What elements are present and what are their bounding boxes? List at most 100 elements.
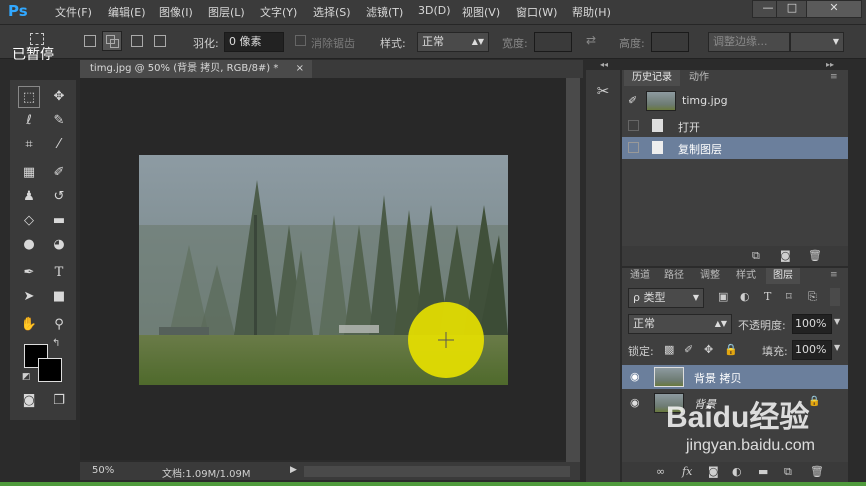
menu-select[interactable]: 选择(S) (313, 4, 351, 20)
menu-edit[interactable]: 编辑(E) (108, 4, 146, 20)
adjustment-layer-icon[interactable]: ◐ (732, 465, 742, 478)
filter-pixel-icon[interactable]: ▣ (718, 290, 728, 303)
expand-panels-icon[interactable]: ▸▸ (826, 60, 834, 69)
eraser-icon[interactable]: ◇ (18, 210, 40, 232)
horizontal-scrollbar[interactable] (304, 466, 570, 477)
trash-icon[interactable]: 🗑 (810, 465, 824, 478)
style-select[interactable]: 正常 ▲▼ (417, 32, 489, 52)
close-tab-icon[interactable]: × (296, 60, 304, 78)
close-window-button[interactable]: ✕ (806, 0, 862, 18)
type-tool-icon[interactable]: T (48, 262, 70, 284)
zoom-icon[interactable]: ⚲ (48, 314, 70, 336)
trash-icon[interactable]: 🗑 (808, 249, 822, 262)
tab-adjustments[interactable]: 调整 (694, 268, 726, 284)
history-brush-icon[interactable]: ↺ (48, 186, 70, 208)
menu-type[interactable]: 文字(Y) (260, 4, 297, 20)
width-input[interactable] (534, 32, 572, 52)
eyedropper-icon[interactable]: ⁄ (48, 134, 70, 156)
background-color-swatch[interactable] (38, 358, 62, 382)
height-input[interactable] (651, 32, 689, 52)
intersect-selection-icon[interactable] (154, 35, 166, 47)
lock-transparent-icon[interactable]: ▩ (664, 343, 674, 356)
gradient-icon[interactable]: ▬ (48, 210, 70, 232)
tab-actions[interactable]: 动作 (682, 70, 716, 86)
tab-channels[interactable]: 通道 (624, 268, 656, 284)
maximize-button[interactable]: □ (776, 0, 808, 18)
eye-icon[interactable]: ◉ (630, 370, 640, 383)
add-selection-icon[interactable] (102, 31, 122, 51)
screen-mode-icon[interactable]: ❐ (48, 390, 70, 412)
lasso-icon[interactable]: ℓ (18, 110, 40, 132)
filter-smart-object-icon[interactable]: ⎘ (808, 290, 817, 304)
status-menu-arrow-icon[interactable]: ▶ (290, 465, 297, 475)
lock-position-icon[interactable]: ✥ (704, 343, 713, 356)
layer-style-icon[interactable]: fx (682, 465, 692, 478)
tab-paths[interactable]: 路径 (658, 268, 690, 284)
vertical-scrollbar[interactable] (566, 78, 580, 462)
refine-edge-button[interactable]: 调整边缘... (708, 32, 790, 52)
lock-image-icon[interactable]: ✐ (684, 343, 693, 356)
menu-layer[interactable]: 图层(L) (208, 4, 245, 20)
blur-icon[interactable]: ● (18, 234, 40, 256)
camera-icon[interactable]: ◙ (780, 249, 791, 262)
move-tool-icon[interactable]: ✥ (48, 86, 70, 108)
zoom-level[interactable]: 50% (92, 465, 114, 476)
menu-file[interactable]: 文件(F) (55, 4, 92, 20)
crop-icon[interactable]: ⌗ (18, 134, 40, 156)
rectangle-marquee-icon[interactable]: ⬚ (18, 86, 40, 108)
filter-shape-icon[interactable]: ⌑ (786, 290, 792, 303)
menu-view[interactable]: 视图(V) (462, 4, 500, 20)
layer-row-background-copy[interactable]: ◉ 背景 拷贝 (622, 365, 848, 389)
swap-icon[interactable]: ⇄ (586, 33, 596, 47)
fill-input[interactable]: 100% (792, 340, 832, 360)
workspace-select[interactable]: ▼ (790, 32, 844, 52)
new-group-icon[interactable]: ▬ (758, 465, 768, 478)
collapse-dock-icon[interactable]: ◂◂ (600, 60, 608, 69)
new-selection-icon[interactable] (84, 35, 96, 47)
hand-icon[interactable]: ✋ (18, 314, 40, 336)
tab-layers[interactable]: 图层 (766, 268, 800, 284)
blend-mode-select[interactable]: 正常 ▲▼ (628, 314, 732, 334)
dodge-icon[interactable]: ◕ (48, 234, 70, 256)
history-snapshot-row[interactable]: ✐ timg.jpg (622, 88, 848, 114)
history-item[interactable]: 打开 (622, 115, 848, 137)
history-checkbox[interactable] (628, 142, 639, 153)
quick-mask-icon[interactable]: ◙ (18, 390, 40, 412)
menu-image[interactable]: 图像(I) (159, 4, 193, 20)
swap-colors-icon[interactable]: ↰ (52, 338, 60, 349)
history-item[interactable]: 复制图层 (622, 137, 848, 159)
chevron-down-icon[interactable]: ▼ (834, 343, 840, 352)
layer-filter-select[interactable]: ρ 类型 ▼ (628, 288, 704, 308)
tab-styles[interactable]: 样式 (730, 268, 762, 284)
feather-input[interactable]: 0 像素 (224, 32, 284, 52)
new-layer-icon[interactable]: ⧉ (784, 465, 792, 479)
filter-toggle[interactable] (830, 288, 840, 306)
menu-window[interactable]: 窗口(W) (516, 4, 557, 20)
pen-icon[interactable]: ✒ (18, 262, 40, 284)
tools-preset-icon[interactable]: ✂ (592, 80, 614, 102)
menu-help[interactable]: 帮助(H) (572, 4, 611, 20)
tab-history[interactable]: 历史记录 (624, 70, 680, 86)
opacity-input[interactable]: 100% (792, 314, 832, 334)
document-image[interactable] (139, 155, 508, 385)
quick-select-icon[interactable]: ✎ (48, 110, 70, 132)
path-select-icon[interactable]: ➤ (18, 286, 40, 308)
antialias-checkbox[interactable] (295, 35, 306, 46)
link-layers-icon[interactable]: ∞ (656, 465, 665, 478)
lock-all-icon[interactable]: 🔒 (724, 343, 738, 356)
panel-menu-icon[interactable]: ≡ (830, 72, 838, 82)
healing-brush-icon[interactable]: ▦ (18, 162, 40, 184)
new-document-from-state-icon[interactable]: ⧉ (752, 249, 760, 263)
brush-icon[interactable]: ✐ (48, 162, 70, 184)
filter-adjustment-icon[interactable]: ◐ (740, 290, 750, 303)
filter-type-icon[interactable]: T (764, 290, 771, 303)
chevron-down-icon[interactable]: ▼ (834, 317, 840, 326)
panel-menu-icon[interactable]: ≡ (830, 270, 838, 280)
eye-icon[interactable]: ◉ (630, 396, 640, 409)
add-mask-icon[interactable]: ◙ (708, 465, 719, 478)
clone-stamp-icon[interactable]: ♟ (18, 186, 40, 208)
menu-filter[interactable]: 滤镜(T) (366, 4, 403, 20)
document-tab[interactable]: timg.jpg @ 50% (背景 拷贝, RGB/8#) * × (80, 60, 312, 78)
rectangle-shape-icon[interactable]: ■ (48, 286, 70, 308)
default-colors-icon[interactable]: ◩ (22, 372, 31, 382)
